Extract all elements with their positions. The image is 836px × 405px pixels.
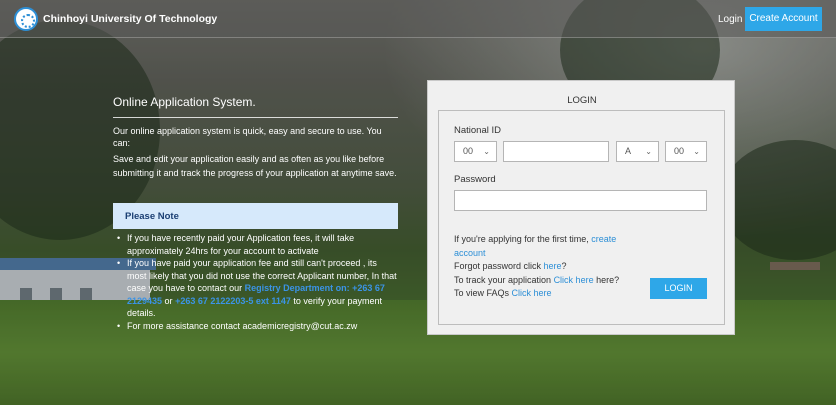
brand-name[interactable]: Chinhoyi University Of Technology xyxy=(43,13,217,25)
id-number-input[interactable] xyxy=(503,141,609,162)
login-help-links: If you're applying for the first time, c… xyxy=(454,233,634,301)
login-button[interactable]: LOGIN xyxy=(650,278,707,299)
forgot-text: Forgot password click xyxy=(454,261,544,271)
password-input[interactable] xyxy=(454,190,707,211)
info-intro: Our online application system is quick, … xyxy=(113,126,382,148)
forgot-suffix: ? xyxy=(561,261,567,271)
id-suffix-value: 00 xyxy=(674,146,685,156)
id-letter-select[interactable]: A ⌄ xyxy=(616,141,659,162)
info-divider xyxy=(113,117,398,118)
id-prefix-select[interactable]: 00 ⌄ xyxy=(454,141,497,162)
note-text: or xyxy=(162,295,176,306)
note-box: Please Note xyxy=(113,203,398,229)
track-application-link[interactable]: Click here xyxy=(554,275,594,285)
info-title: Online Application System. xyxy=(113,95,256,109)
note-item: For more assistance contact academicregi… xyxy=(115,320,398,333)
forgot-password-link[interactable]: here xyxy=(544,261,562,271)
chevron-down-icon: ⌄ xyxy=(645,147,652,156)
login-heading: LOGIN xyxy=(567,95,597,106)
faq-text: To view FAQs xyxy=(454,288,512,298)
note-text: For more assistance contact academicregi… xyxy=(127,320,358,331)
id-letter-value: A xyxy=(625,146,632,156)
note-item: If you have recently paid your Applicati… xyxy=(115,232,398,257)
university-logo-icon[interactable] xyxy=(14,7,38,31)
track-text: To track your application xyxy=(454,274,554,285)
national-id-label: National ID xyxy=(454,125,501,136)
chevron-down-icon: ⌄ xyxy=(693,147,700,156)
create-account-button[interactable]: Create Account xyxy=(745,7,822,31)
nav-login-link[interactable]: Login xyxy=(718,14,742,25)
password-label: Password xyxy=(454,174,496,185)
chevron-down-icon: ⌄ xyxy=(483,147,490,156)
track-suffix: here? xyxy=(593,274,620,285)
note-text: If you have recently paid your Applicati… xyxy=(127,233,355,256)
first-time-text: If you're applying for the first time, xyxy=(454,234,592,244)
id-suffix-select[interactable]: 00 ⌄ xyxy=(665,141,707,162)
top-navbar: Chinhoyi University Of Technology Login … xyxy=(0,0,836,38)
id-prefix-value: 00 xyxy=(463,146,474,156)
info-body: Save and edit your application easily an… xyxy=(113,154,397,178)
notes-list: If you have recently paid your Applicati… xyxy=(115,232,398,332)
faq-link[interactable]: Click here xyxy=(512,288,552,298)
note-item: If you have paid your application fee an… xyxy=(115,257,398,320)
note-title: Please Note xyxy=(125,211,179,222)
registry-ext-link[interactable]: +263 67 2122203-5 ext 1147 xyxy=(175,296,291,306)
